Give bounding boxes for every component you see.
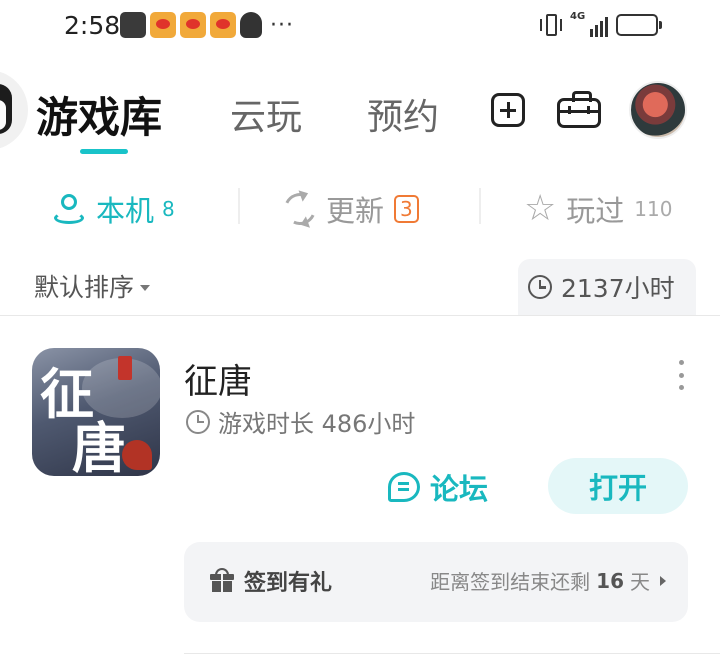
forum-label: 论坛	[430, 472, 489, 506]
refresh-icon	[279, 188, 321, 230]
divider	[238, 188, 240, 224]
vibrate-icon	[540, 12, 562, 38]
checkin-remaining-days: 16	[596, 568, 624, 593]
rider-figure-icon	[122, 440, 152, 470]
game-card: 征 唐 征唐 游戏时长 486小时 论坛 打开 签到有礼 距离签到结束还剩 16…	[0, 316, 720, 665]
subtab-played-label: 玩过	[566, 194, 625, 228]
local-device-icon	[52, 192, 86, 226]
tab-game-library[interactable]: 游戏库	[36, 84, 162, 145]
filter-tabs: 本机 8 更新 3 ☆ 玩过 110	[0, 180, 720, 236]
divider	[184, 653, 720, 654]
gift-icon	[210, 568, 234, 592]
add-button[interactable]	[488, 90, 528, 130]
checkin-remaining-prefix: 距离签到结束还剩	[430, 570, 591, 594]
star-icon: ☆	[524, 188, 557, 229]
network-label: 4G	[570, 11, 586, 22]
seal-icon	[118, 356, 132, 380]
more-options-button[interactable]	[672, 360, 690, 390]
clock-icon	[528, 275, 552, 299]
more-notifications-icon: ···	[270, 12, 294, 38]
game-play-time: 游戏时长 486小时	[186, 404, 415, 439]
signal-icon: 4G	[570, 11, 608, 37]
weibo-icon	[150, 12, 176, 38]
checkin-remaining-unit: 天	[630, 570, 650, 594]
checkin-banner[interactable]: 签到有礼 距离签到结束还剩 16 天	[184, 542, 688, 622]
status-bar: 2:58 ··· 4G	[0, 0, 720, 56]
forum-button[interactable]: 论坛	[388, 466, 488, 508]
game-icon-glyph: 唐	[72, 416, 126, 476]
local-count: 8	[162, 197, 175, 221]
caret-down-icon	[140, 285, 151, 291]
active-tab-indicator	[80, 149, 128, 154]
total-play-time[interactable]: 2137小时	[518, 259, 696, 315]
user-avatar[interactable]	[629, 81, 687, 139]
sort-dropdown[interactable]: 默认排序	[34, 268, 151, 304]
qq-icon	[240, 12, 262, 38]
divider	[479, 188, 481, 224]
subtab-local[interactable]: 本机 8	[52, 188, 175, 230]
qq-penguin-avatar[interactable]	[0, 70, 28, 150]
status-time: 2:58	[64, 11, 121, 40]
update-count-badge: 3	[394, 195, 419, 223]
game-icon[interactable]: 征 唐	[32, 348, 160, 476]
checkin-remaining: 距离签到结束还剩 16 天	[430, 566, 666, 595]
sort-label: 默认排序	[34, 273, 135, 302]
subtab-update[interactable]: 更新 3	[279, 188, 419, 230]
battery-icon	[616, 14, 662, 36]
toolbox-icon	[557, 91, 601, 128]
played-count: 110	[634, 197, 673, 221]
header: 游戏库 云玩 预约	[0, 60, 720, 170]
sort-row: 默认排序 2137小时	[0, 258, 720, 316]
notification-icons: ···	[120, 12, 294, 38]
game-title[interactable]: 征唐	[184, 354, 252, 403]
tab-cloud-play[interactable]: 云玩	[230, 88, 302, 140]
subtab-played[interactable]: ☆ 玩过 110	[524, 188, 672, 230]
total-play-time-value: 2137小时	[561, 274, 675, 303]
clock-icon	[186, 409, 210, 434]
open-game-button[interactable]: 打开	[548, 458, 688, 514]
toolbox-button[interactable]	[556, 90, 602, 130]
weibo-icon	[210, 12, 236, 38]
add-icon	[491, 93, 525, 127]
tab-reservation[interactable]: 预约	[367, 88, 439, 140]
subtab-local-label: 本机	[96, 194, 155, 228]
weibo-icon	[180, 12, 206, 38]
subtab-update-label: 更新	[326, 194, 385, 228]
chevron-right-icon	[660, 575, 666, 586]
checkin-label: 签到有礼	[244, 571, 333, 596]
chat-bubble-icon	[388, 472, 420, 502]
game-controller-icon	[120, 12, 146, 38]
status-indicators: 4G	[540, 11, 662, 38]
game-play-time-value: 游戏时长 486小时	[218, 410, 416, 438]
